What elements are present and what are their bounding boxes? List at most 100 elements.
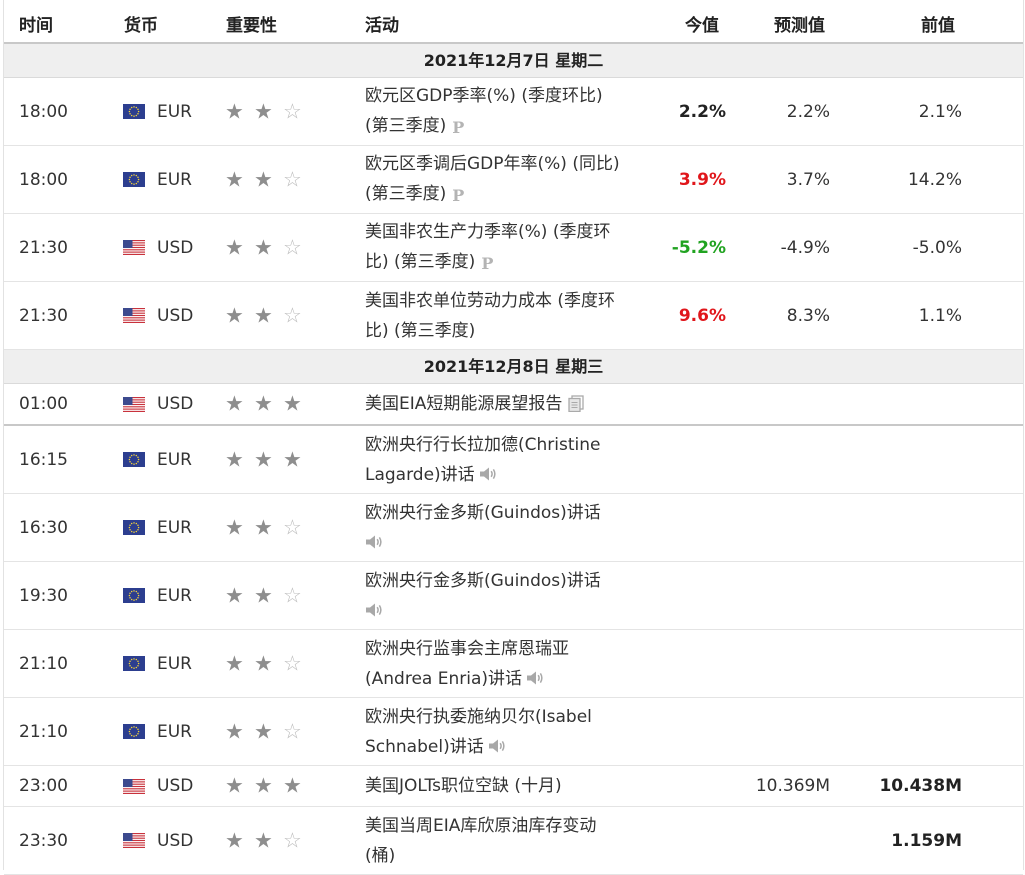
event-name[interactable]: 欧洲央行监事会主席恩瑞亚 (Andrea Enria)讲话 [365,634,640,694]
event-name-line1: 美国JOLTs职位空缺 (十月) [365,776,562,796]
event-name-line2: 比) (第三季度) [365,251,476,272]
event-name[interactable]: 欧洲央行行长拉加德(Christine Lagarde)讲话 [365,430,640,490]
event-time: 21:30 [19,305,68,326]
table-row[interactable]: 23:00 USD ★ ★ ★ 美国JOLTs职位空缺 (十月) 10.369M 10.438… [4,766,1023,807]
event-name-line1: 欧元区季调后GDP年率(%) (同比) [365,153,620,174]
previous-value: 1.159M [891,830,962,851]
speech-sound-icon[interactable] [479,462,497,480]
star-filled-icon: ★ [225,303,244,327]
table-row[interactable]: 16:15 EUR ★ ★ ★ 欧洲央行行长拉加德(Christine Lagarde)讲话 [4,426,1023,494]
event-name[interactable]: 欧洲央行金多斯(Guindos)讲话 [365,566,640,626]
us-flag-icon [123,778,145,794]
event-name[interactable]: 美国非农生产力季率(%) (季度环 比) (第三季度) P [365,217,640,279]
currency-code: EUR [157,169,192,190]
star-filled-icon: ★ [254,447,273,471]
currency-code: USD [157,237,194,258]
event-time: 23:30 [19,830,68,851]
table-row[interactable]: 16:30 EUR ★ ★ ☆ 欧洲央行金多斯(Guindos)讲话 [4,494,1023,562]
event-name[interactable]: 欧元区季调后GDP年率(%) (同比) (第三季度) P [365,149,640,211]
star-empty-icon: ☆ [283,167,302,191]
star-empty-icon: ☆ [283,719,302,743]
forecast-value: -4.9% [780,237,830,258]
currency-code: EUR [157,653,192,674]
star-filled-icon: ★ [254,515,273,539]
star-filled-icon: ★ [225,651,244,675]
table-row[interactable]: 01:00 USD ★ ★ ★ 美国EIA短期能源展望报告 [4,384,1023,426]
event-name[interactable]: 欧洲央行执委施纳贝尔(Isabel Schnabel)讲话 [365,702,640,762]
event-name-line2: Lagarde)讲话 [365,464,475,485]
speech-sound-icon[interactable] [526,666,544,684]
event-name-line2: (桶) [365,845,396,866]
event-name[interactable]: 美国JOLTs职位空缺 (十月) [365,771,640,801]
event-name-line1: 欧元区GDP季率(%) (季度环比) [365,85,603,106]
importance-stars: ★ ★ ☆ [225,101,312,122]
event-time: 18:00 [19,169,68,190]
table-row[interactable]: 21:30 USD ★ ★ ☆ 美国非农生产力季率(%) (季度环 比) (第三季度) P -5… [4,214,1023,282]
event-name-line2: (第三季度) [365,115,447,136]
star-filled-icon: ★ [254,391,273,416]
star-filled-icon: ★ [254,167,273,191]
event-name-line1: 欧洲央行金多斯(Guindos)讲话 [365,570,601,591]
currency: EUR [123,586,192,606]
event-name[interactable]: 欧元区GDP季率(%) (季度环比) (第三季度) P [365,81,640,143]
preliminary-p-icon[interactable]: P [452,181,464,211]
event-name-line1: 欧洲央行监事会主席恩瑞亚 [365,638,569,659]
actual-value: 3.9% [678,169,726,190]
star-filled-icon: ★ [254,583,273,607]
preliminary-p-icon[interactable]: P [481,249,493,279]
event-name[interactable]: 美国当周EIA库欣原油库存变动 (桶) [365,811,640,871]
currency-code: EUR [157,721,192,742]
previous-value: 10.438M [879,776,962,796]
event-name-line1: 美国当周EIA库欣原油库存变动 [365,815,597,836]
importance-stars: ★ ★ ☆ [225,169,312,190]
event-time: 19:30 [19,585,68,606]
event-name-line2: 比) (第三季度) [365,320,476,341]
previous-value: 14.2% [907,169,962,190]
table-row[interactable]: 19:30 EUR ★ ★ ☆ 欧洲央行金多斯(Guindos)讲话 [4,562,1023,630]
currency: USD [123,831,193,851]
eu-flag-icon [123,588,145,603]
eu-flag-icon [123,104,145,119]
star-filled-icon: ★ [225,719,244,743]
speech-sound-icon[interactable] [488,734,506,752]
speech-sound-icon[interactable] [365,598,383,616]
date-row: 2021年12月8日 星期三 [4,350,1023,384]
importance-stars: ★ ★ ☆ [225,653,312,674]
event-name-line1: 美国EIA短期能源展望报告 [365,394,563,414]
event-name[interactable]: 欧洲央行金多斯(Guindos)讲话 [365,498,640,558]
event-name-line1: 欧洲央行执委施纳贝尔(Isabel [365,706,592,727]
header-forecast: 预测值 [774,16,825,36]
star-empty-icon: ☆ [283,303,302,327]
event-time: 18:00 [19,101,68,122]
speech-sound-icon[interactable] [365,530,383,548]
currency: USD [123,306,193,326]
header-time: 时间 [19,16,53,36]
us-flag-icon [123,240,145,255]
importance-stars: ★ ★ ☆ [225,721,312,742]
table-row[interactable]: 18:00 EUR ★ ★ ☆ 欧元区GDP季率(%) (季度环比) (第三季度) P 2.2%… [4,78,1023,146]
table-row[interactable]: 21:30 USD ★ ★ ☆ 美国非农单位劳动力成本 (季度环 比) (第三季度) 9.6%… [4,282,1023,350]
star-empty-icon: ☆ [283,828,302,852]
table-row[interactable]: 21:10 EUR ★ ★ ☆ 欧洲央行执委施纳贝尔(Isabel Schnabel)讲话 [4,698,1023,766]
header-event: 活动 [365,16,399,36]
preliminary-p-icon[interactable]: P [452,113,464,143]
event-name-line1: 美国非农单位劳动力成本 (季度环 [365,290,616,311]
event-time: 16:15 [19,449,68,470]
header-actual: 今值 [685,16,719,36]
event-name-line1: 欧洲央行金多斯(Guindos)讲话 [365,502,601,523]
forecast-value: 8.3% [786,305,830,326]
star-filled-icon: ★ [254,651,273,675]
star-filled-icon: ★ [225,447,244,471]
currency: EUR [123,654,192,674]
header-previous: 前值 [921,16,955,36]
event-name[interactable]: 美国非农单位劳动力成本 (季度环 比) (第三季度) [365,286,640,346]
event-name[interactable]: 美国EIA短期能源展望报告 [365,389,640,419]
star-filled-icon: ★ [254,773,273,798]
star-empty-icon: ☆ [283,235,302,259]
table-row[interactable]: 23:30 USD ★ ★ ☆ 美国当周EIA库欣原油库存变动 (桶) 1.159M [4,807,1023,875]
table-row[interactable]: 18:00 EUR ★ ★ ☆ 欧元区季调后GDP年率(%) (同比) (第三季度) P 3.9… [4,146,1023,214]
table-row[interactable]: 21:10 EUR ★ ★ ☆ 欧洲央行监事会主席恩瑞亚 (Andrea Enria)讲话 [4,630,1023,698]
event-name-line1: 美国非农生产力季率(%) (季度环 [365,221,611,242]
eu-flag-icon [123,172,145,187]
report-document-icon[interactable] [568,392,585,413]
